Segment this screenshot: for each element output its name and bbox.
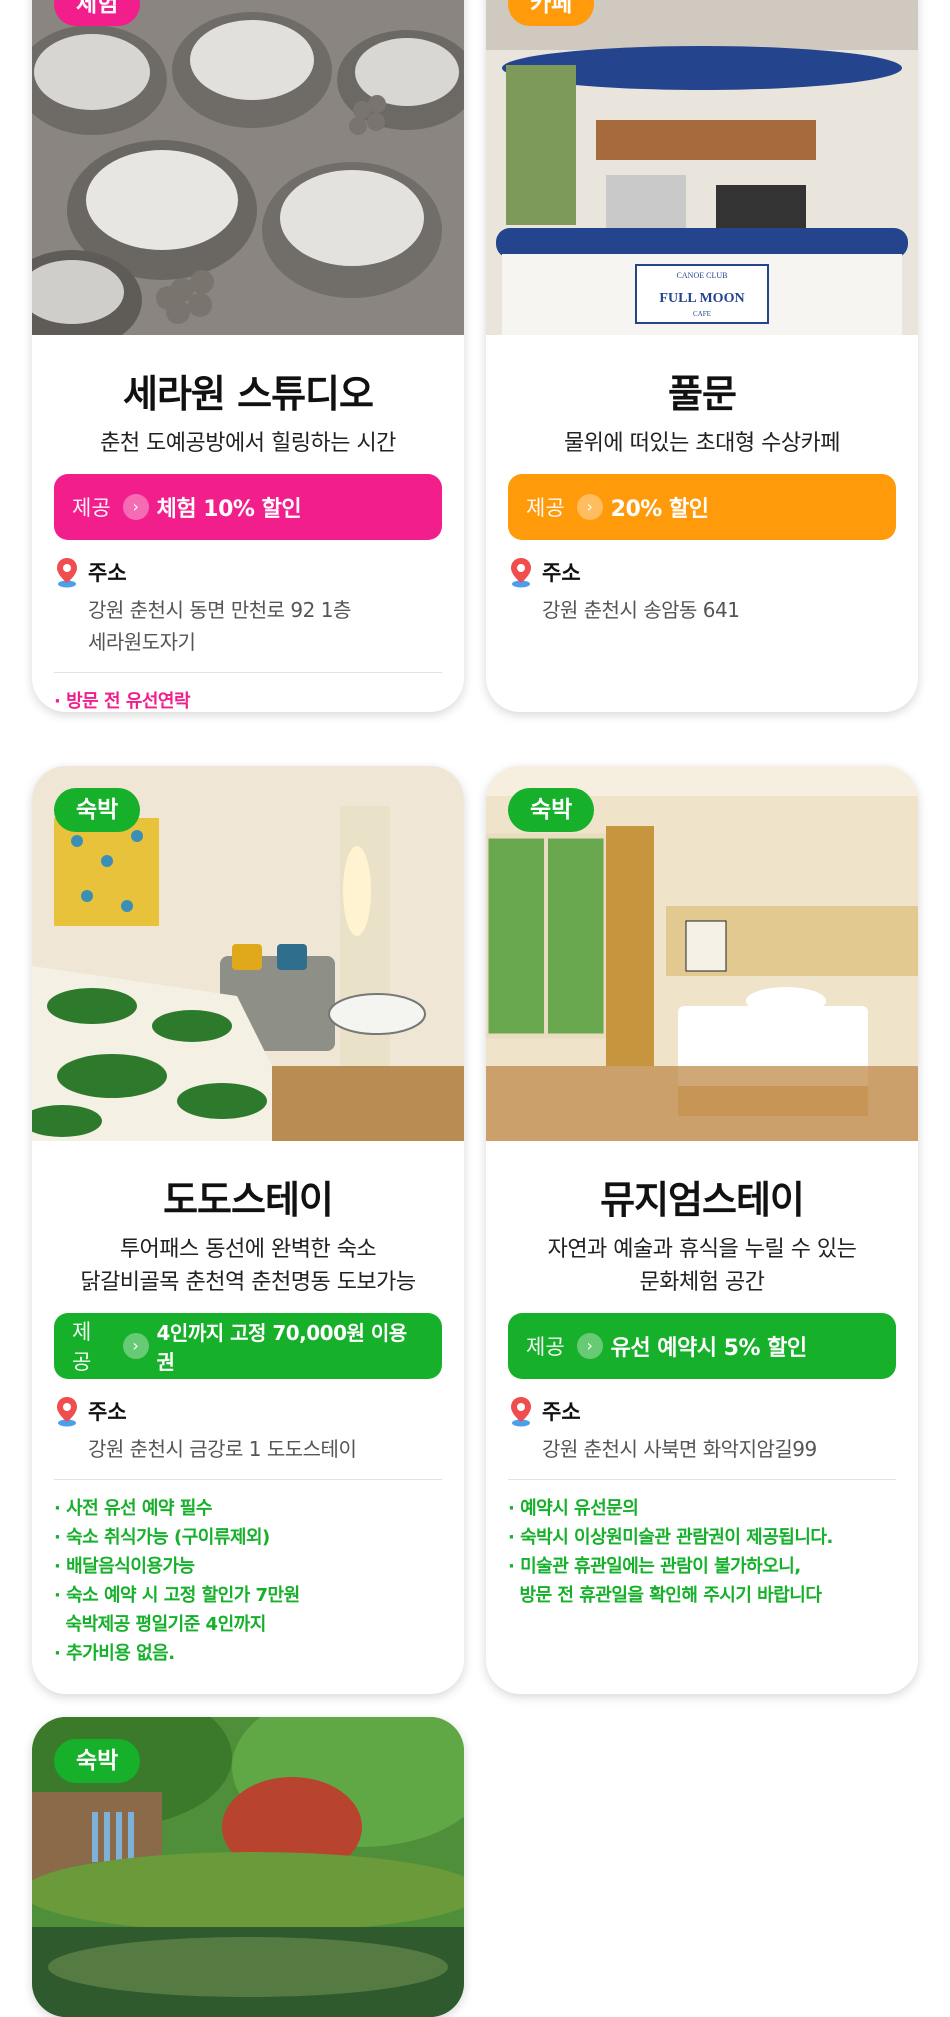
place-card-cerawon[interactable]: 체험 세라원 스튜디오 춘천 도예공방에서 힐링하는 시간 제공 › 체험 10… [32,0,464,712]
cafe-photo: CANOE CLUB FULL MOON CAFE 카페 [486,0,918,335]
offer-label: 제공 [72,496,111,520]
address-section: 주소 강원 춘천시 동면 만천로 92 1층 세라원도자기 [54,556,442,658]
chevron-right-icon: › [122,1333,149,1359]
description-line: 닭갈비골목 춘천역 춘천명동 도보가능 [80,1270,416,1295]
offer-banner[interactable]: 제공 › 4인까지 고정 70,000원 이용권 [54,1313,442,1379]
place-card-dodostay[interactable]: 숙박 도도스테이 투어패스 동선에 완벽한 숙소 닭갈비골목 춘천역 춘천명동 … [32,766,464,1694]
note-line: · 숙박시 이상원미술관 관람권이 제공됩니다. [508,1527,833,1548]
address-label: 주소 [88,1400,127,1424]
place-title: 세라원 스튜디오 [123,372,374,416]
offer-label: 제공 [526,496,565,520]
category-badge: 숙박 [54,788,141,832]
notes: · 예약시 유선문의 · 숙박시 이상원미술관 관람권이 제공됩니다. · 미술… [508,1494,896,1610]
photo-sign-bottom: CAFE [693,310,711,318]
divider [54,672,442,673]
room-photo: 숙박 [32,766,464,1141]
note-line: · 미술관 휴관일에는 관람이 불가하오니, [508,1556,801,1577]
category-badge: 숙박 [508,788,595,832]
divider [508,1479,896,1480]
chevron-right-icon: › [122,494,149,520]
address-text: 강원 춘천시 송암동 641 [542,594,896,626]
notes: · 사전 유선 예약 필수 · 숙소 취식가능 (구이류제외) · 배달음식이용… [54,1494,442,1668]
place-card-fullmoon[interactable]: CANOE CLUB FULL MOON CAFE 카페 풀문 물위에 떠있는 … [486,0,918,712]
address-section: 주소 강원 춘천시 송암동 641 [508,556,896,626]
category-badge: 체험 [54,0,141,26]
category-badge: 카페 [508,0,595,26]
place-description: 춘천 도예공방에서 힐링하는 시간 [54,427,442,460]
offer-text: 체험 10% 할인 [156,497,302,522]
address-line: 강원 춘천시 사북면 화악지암길99 [542,1437,817,1461]
address-label: 주소 [542,561,581,585]
offer-label: 제공 [72,1320,92,1374]
location-pin-icon [511,558,531,588]
note-line: 숙박제공 평일기준 4인까지 [54,1614,267,1635]
place-description: 자연과 예술과 휴식을 누릴 수 있는 문화체험 공간 [508,1233,896,1299]
address-line: 강원 춘천시 송암동 641 [542,598,740,622]
note-line: · 사전 유선 예약 필수 [54,1498,212,1519]
description-line: 투어패스 동선에 완벽한 숙소 [119,1237,377,1262]
address-text: 강원 춘천시 금강로 1 도도스테이 [88,1433,442,1465]
location-pin-icon [57,558,77,588]
note-line: · 추가비용 없음. [54,1643,175,1664]
room-photo: 숙박 [486,766,918,1141]
location-pin-icon [57,1397,77,1427]
photo-sign-main: FULL MOON [659,291,744,306]
note-line: · 숙소 취식가능 (구이류제외) [54,1527,270,1548]
location-pin-icon [511,1397,531,1427]
place-title: 도도스테이 [163,1178,334,1222]
description-line: 자연과 예술과 휴식을 누릴 수 있는 [547,1237,857,1262]
description-line: 춘천 도예공방에서 힐링하는 시간 [100,431,396,456]
address-text: 강원 춘천시 동면 만천로 92 1층 세라원도자기 [88,594,442,658]
offer-banner[interactable]: 제공 › 체험 10% 할인 [54,474,442,540]
divider [54,1479,442,1480]
note-line: 방문 전 휴관일을 확인해 주시기 바랍니다 [508,1585,822,1606]
offer-banner[interactable]: 제공 › 유선 예약시 5% 할인 [508,1313,896,1379]
offer-text: 유선 예약시 5% 할인 [610,1336,808,1361]
place-title: 풀문 [668,372,737,416]
photo-sign-top: CANOE CLUB [677,271,728,280]
place-title: 뮤지엄스테이 [600,1178,805,1222]
offer-text: 4인까지 고정 70,000원 이용권 [156,1321,408,1374]
address-section: 주소 강원 춘천시 금강로 1 도도스테이 [54,1395,442,1465]
offer-label: 제공 [526,1335,565,1359]
address-section: 주소 강원 춘천시 사북면 화악지암길99 [508,1395,896,1465]
description-line: 문화체험 공간 [639,1270,765,1295]
offer-text: 20% 할인 [610,497,709,522]
address-label: 주소 [542,1400,581,1424]
note-line: · 예약시 유선문의 [508,1498,639,1519]
note-line: · 숙소 예약 시 고정 할인가 7만원 [54,1585,300,1606]
address-label: 주소 [88,561,127,585]
notes: · 방문 전 유선연락 [54,687,442,712]
address-line: 세라원도자기 [88,630,196,654]
address-line: 강원 춘천시 금강로 1 도도스테이 [88,1437,357,1461]
category-badge: 숙박 [54,1739,141,1783]
note-line: · 방문 전 유선연락 [54,691,191,712]
address-line: 강원 춘천시 동면 만천로 92 1층 [88,598,351,622]
place-description: 물위에 떠있는 초대형 수상카페 [508,427,896,460]
garden-photo: 숙박 [32,1717,464,2017]
place-card-partial[interactable]: 숙박 [32,1717,464,2017]
chevron-right-icon: › [576,494,603,520]
note-line: · 배달음식이용가능 [54,1556,195,1577]
description-line: 물위에 떠있는 초대형 수상카페 [563,431,841,456]
place-description: 투어패스 동선에 완벽한 숙소 닭갈비골목 춘천역 춘천명동 도보가능 [54,1233,442,1299]
pottery-photo: 체험 [32,0,464,335]
place-card-museumstay[interactable]: 숙박 뮤지엄스테이 자연과 예술과 휴식을 누릴 수 있는 문화체험 공간 제공… [486,766,918,1694]
address-text: 강원 춘천시 사북면 화악지암길99 [542,1433,896,1465]
chevron-right-icon: › [576,1333,603,1359]
offer-banner[interactable]: 제공 › 20% 할인 [508,474,896,540]
